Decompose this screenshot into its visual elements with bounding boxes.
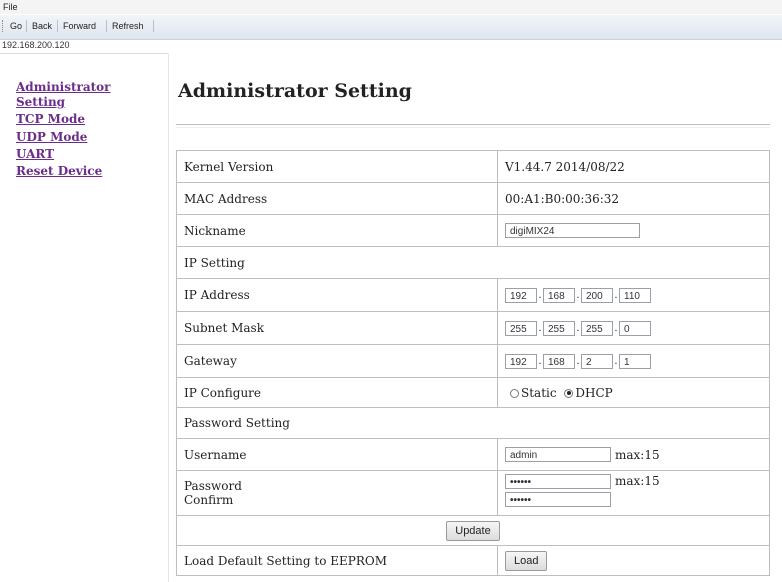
password-input[interactable]: •••••• <box>505 474 611 489</box>
sidebar-divider <box>168 53 169 582</box>
nav-administrator-link[interactable]: Administrator <box>16 81 111 94</box>
toolbar-grip <box>2 20 6 32</box>
confirm-password-input[interactable]: •••••• <box>505 492 611 507</box>
mac-address-label: MAC Address <box>176 182 498 215</box>
gateway-cell: 192. 168. 2. 1 <box>497 344 770 378</box>
subnet-octet-input[interactable]: 255 <box>581 320 613 336</box>
toolbar-separator <box>106 20 107 32</box>
ip-octet-input[interactable]: 200 <box>581 287 613 303</box>
password-setting-header: Password Setting <box>176 407 770 439</box>
nav-tcp-mode-link[interactable]: TCP Mode <box>16 113 85 126</box>
kernel-version-value: V1.44.7 2014/08/22 <box>497 150 770 183</box>
kernel-version-label: Kernel Version <box>176 150 498 183</box>
sidebar-nav: Administrator Setting TCP Mode UDP Mode … <box>0 53 168 582</box>
static-radio-label: Static <box>521 385 557 400</box>
go-button[interactable]: Go <box>7 20 25 32</box>
table-row: IP Address 192. 168. 200. 110 <box>176 278 770 312</box>
gateway-octet-input[interactable]: 1 <box>619 353 651 369</box>
ip-address-label: IP Address <box>176 278 498 312</box>
username-input[interactable]: admin <box>505 447 611 462</box>
update-cell: Update <box>176 515 770 546</box>
nav-udp-mode-link[interactable]: UDP Mode <box>16 131 87 144</box>
page-title: Administrator Setting <box>178 80 412 102</box>
toolbar-separator <box>153 20 154 32</box>
table-row: MAC Address 00:A1:B0:00:36:32 <box>176 182 770 215</box>
password-labels-cell: Password Confirm <box>176 470 498 516</box>
dhcp-radio[interactable] <box>564 388 574 398</box>
toolbar-separator <box>57 20 58 32</box>
back-button[interactable]: Back <box>29 20 55 32</box>
username-label: Username <box>176 438 498 471</box>
subnet-mask-cell: 255. 255. 255. 0 <box>497 311 770 345</box>
table-row: Password Confirm •••••• max:15 •••••• <box>176 470 770 516</box>
address-bar[interactable]: 192.168.200.120 <box>0 40 782 52</box>
gateway-octet-input[interactable]: 2 <box>581 353 613 369</box>
ip-configure-cell: Static DHCP <box>497 377 770 408</box>
ip-octet-input[interactable]: 110 <box>619 287 651 303</box>
nav-uart-link[interactable]: UART <box>16 148 54 161</box>
confirm-label: Confirm <box>184 493 234 507</box>
menu-bar: File <box>0 0 782 14</box>
nav-setting-link[interactable]: Setting <box>16 96 65 109</box>
table-row: Username admin max:15 <box>176 438 770 471</box>
username-cell: admin max:15 <box>497 438 770 471</box>
table-row: Update <box>176 515 770 546</box>
subnet-octet-input[interactable]: 255 <box>505 320 537 336</box>
refresh-button[interactable]: Refresh <box>109 20 147 32</box>
mac-address-value: 00:A1:B0:00:36:32 <box>497 182 770 215</box>
menu-file[interactable]: File <box>3 2 18 12</box>
nickname-label: Nickname <box>176 214 498 247</box>
load-default-label: Load Default Setting to EEPROM <box>176 545 498 576</box>
ip-configure-label: IP Configure <box>176 377 498 408</box>
ip-setting-header: IP Setting <box>176 246 770 279</box>
subnet-mask-label: Subnet Mask <box>176 311 498 345</box>
load-button[interactable]: Load <box>505 550 548 571</box>
update-button[interactable]: Update <box>446 520 500 541</box>
nickname-input[interactable]: digiMIX24 <box>505 223 640 238</box>
load-cell: Load <box>497 545 770 576</box>
subnet-octet-input[interactable]: 0 <box>619 320 651 336</box>
table-row: Subnet Mask 255. 255. 255. 0 <box>176 311 770 345</box>
dhcp-radio-label: DHCP <box>575 385 613 400</box>
ip-octet-input[interactable]: 192 <box>505 287 537 303</box>
address-text[interactable]: 192.168.200.120 <box>2 40 70 50</box>
password-max-hint: max:15 <box>615 474 660 488</box>
forward-button[interactable]: Forward <box>60 20 99 32</box>
table-row: Kernel Version V1.44.7 2014/08/22 <box>176 150 770 183</box>
ip-octet-input[interactable]: 168 <box>543 287 575 303</box>
table-row: Gateway 192. 168. 2. 1 <box>176 344 770 378</box>
subnet-octet-input[interactable]: 255 <box>543 320 575 336</box>
static-radio[interactable] <box>510 388 519 398</box>
username-max-hint: max:15 <box>615 447 660 462</box>
nav-reset-device-link[interactable]: Reset Device <box>16 165 102 178</box>
table-row: Nickname digiMIX24 <box>176 214 770 247</box>
nickname-cell: digiMIX24 <box>497 214 770 247</box>
ip-address-cell: 192. 168. 200. 110 <box>497 278 770 312</box>
toolbar: Go Back Forward Refresh <box>0 15 782 40</box>
table-row: Load Default Setting to EEPROM Load <box>176 545 770 576</box>
password-label: Password <box>184 479 242 493</box>
title-rule <box>176 124 770 128</box>
gateway-label: Gateway <box>176 344 498 378</box>
password-cell: •••••• max:15 •••••• <box>497 470 770 516</box>
gateway-octet-input[interactable]: 192 <box>505 353 537 369</box>
table-row: Password Setting <box>176 407 770 439</box>
toolbar-separator <box>26 20 27 32</box>
table-row: IP Configure Static DHCP <box>176 377 770 408</box>
settings-table: Kernel Version V1.44.7 2014/08/22 MAC Ad… <box>176 150 770 576</box>
gateway-octet-input[interactable]: 168 <box>543 353 575 369</box>
table-row: IP Setting <box>176 246 770 279</box>
